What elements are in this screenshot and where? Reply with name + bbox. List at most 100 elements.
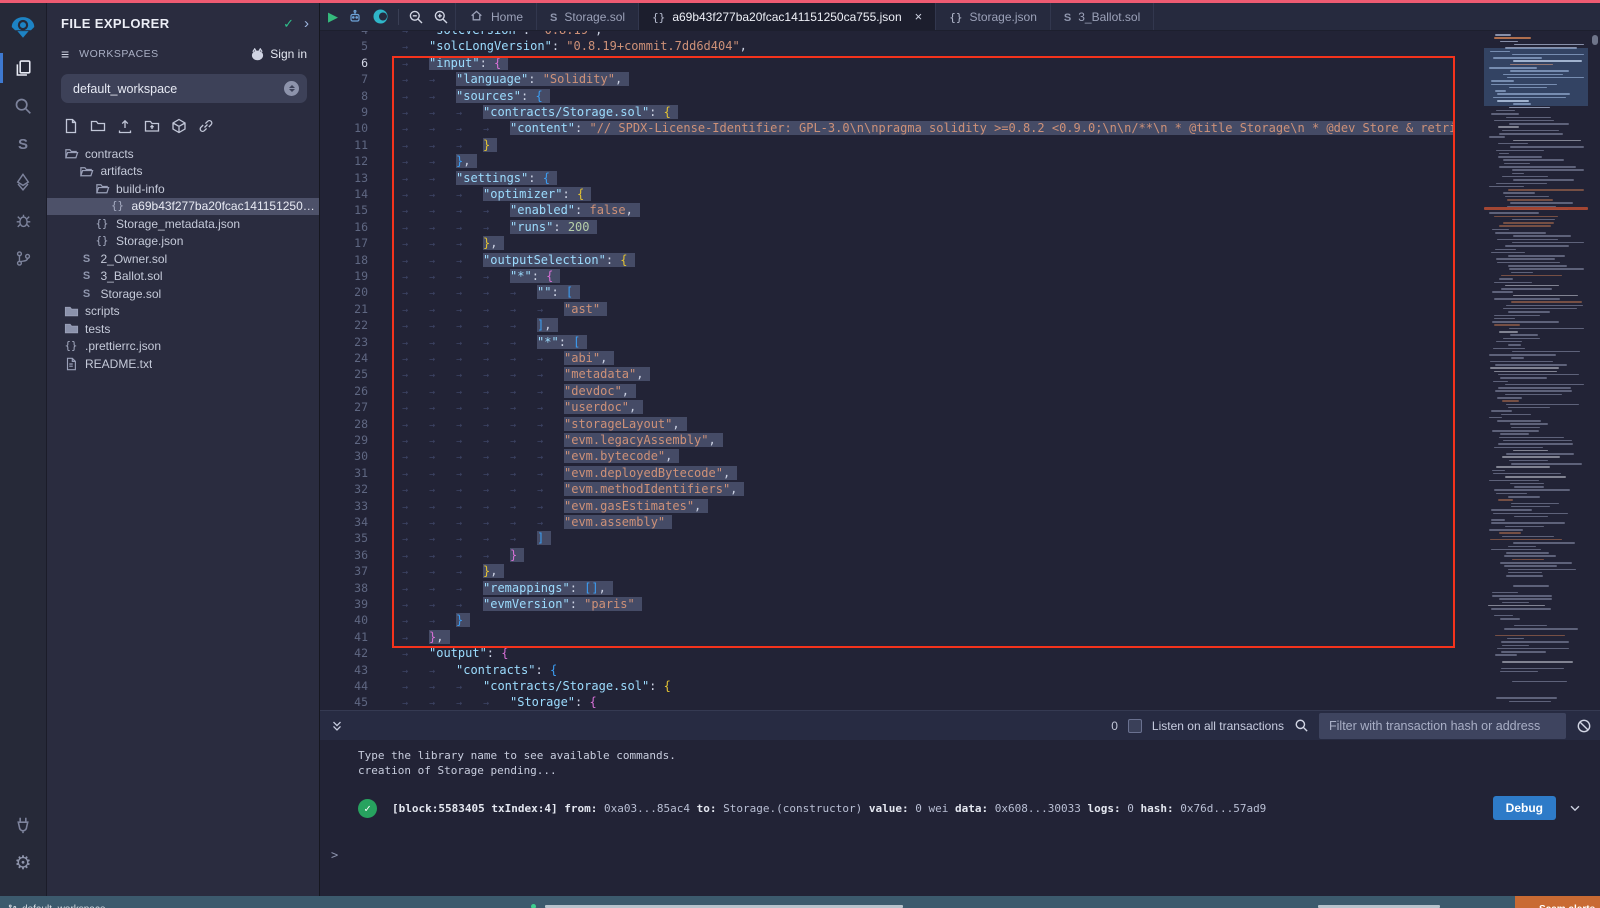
- terminal-prompt: >: [331, 848, 338, 862]
- remix-ide-window: S ⚙ FILE EXPLORER ✓ › ≡ WORKSPACES Sign …: [0, 0, 1600, 908]
- code-line-45: 45→→→→"Storage": {: [320, 694, 1455, 710]
- code-line-20: 20→→→→→"": [: [320, 284, 1455, 301]
- tree-item-2-owner-sol[interactable]: S2_Owner.sol: [47, 250, 319, 268]
- line-number: 29: [320, 432, 368, 448]
- tx-expand-chevron-icon[interactable]: [1568, 801, 1582, 815]
- line-number: 30: [320, 448, 368, 464]
- code-text: "contracts/Storage.sol": {: [483, 105, 678, 119]
- clear-block-icon[interactable]: [1576, 718, 1592, 734]
- code-line-35: 35→→→→→]: [320, 530, 1455, 547]
- line-number: 11: [320, 137, 368, 153]
- tree-item-storage-sol[interactable]: SStorage.sol: [47, 285, 319, 303]
- remix-logo-icon[interactable]: [0, 3, 47, 49]
- line-number: 40: [320, 612, 368, 628]
- editor-toggle-icon[interactable]: [372, 8, 389, 25]
- file-tree: contractsartifactsbuild-info{}a69b43f277…: [47, 145, 319, 373]
- hamburger-menu-icon[interactable]: ≡: [61, 46, 69, 62]
- close-icon[interactable]: ×: [915, 9, 923, 24]
- scam-alerts-button[interactable]: Scam alerts: [1515, 896, 1600, 908]
- tree-item-artifacts[interactable]: artifacts: [47, 163, 319, 181]
- tree-item-readme-txt[interactable]: README.txt: [47, 355, 319, 373]
- json-icon: {}: [94, 235, 110, 247]
- solidity-compiler-icon[interactable]: S: [0, 125, 47, 163]
- code-text: "evmVersion": "paris": [483, 597, 642, 611]
- git-icon[interactable]: [0, 239, 47, 277]
- tree-item-3-ballot-sol[interactable]: S3_Ballot.sol: [47, 268, 319, 286]
- upload-folder-icon[interactable]: [143, 117, 161, 135]
- code-line-34: 34→→→→→→"evm.assembly": [320, 514, 1455, 531]
- workspace-select[interactable]: default_workspace: [61, 74, 307, 103]
- search-icon[interactable]: [0, 87, 47, 125]
- tx-filter-input[interactable]: [1319, 713, 1566, 739]
- chevron-right-icon[interactable]: ›: [304, 15, 309, 32]
- tree-item-label: Storage.sol: [101, 287, 162, 301]
- plugin-manager-icon[interactable]: [0, 806, 47, 844]
- code-text: "sources": {: [456, 89, 550, 103]
- terminal-line: Type the library name to see available c…: [358, 748, 676, 763]
- code-line-37: 37→→→},: [320, 563, 1455, 580]
- tab-a69b43f277ba20fcac141151250ca755-json[interactable]: {}a69b43f277ba20fcac141151250ca755.json×: [639, 3, 936, 30]
- tab-3-ballot-sol[interactable]: S3_Ballot.sol: [1051, 3, 1154, 30]
- tab-storage-json[interactable]: {}Storage.json: [936, 3, 1051, 30]
- tab-home[interactable]: Home: [455, 3, 537, 30]
- tree-item--prettierrc-json[interactable]: {}.prettierrc.json: [47, 338, 319, 356]
- listen-checkbox[interactable]: [1128, 719, 1142, 733]
- new-folder-icon[interactable]: [89, 117, 107, 135]
- minimap[interactable]: [1484, 31, 1588, 710]
- tree-item-scripts[interactable]: scripts: [47, 303, 319, 321]
- folder-open-icon: [79, 164, 95, 179]
- line-number: 23: [320, 334, 368, 350]
- tree-item-label: build-info: [116, 182, 165, 196]
- new-file-icon[interactable]: [62, 117, 80, 135]
- code-line-18: 18→→→"outputSelection": {: [320, 252, 1455, 269]
- line-number: 5: [320, 38, 368, 54]
- code-line-25: 25→→→→→→"metadata",: [320, 366, 1455, 383]
- code-line-43: 43→→"contracts": {: [320, 662, 1455, 679]
- tree-item-contracts[interactable]: contracts: [47, 145, 319, 163]
- folder-open-icon: [63, 146, 79, 161]
- tree-item-storage-metadata-json[interactable]: {}Storage_metadata.json: [47, 215, 319, 233]
- run-script-button[interactable]: ▶: [328, 9, 338, 25]
- code-text: "language": "Solidity",: [456, 72, 629, 86]
- code-line-17: 17→→→},: [320, 235, 1455, 252]
- search-icon[interactable]: [1294, 718, 1309, 733]
- editor-scrollbar-thumb[interactable]: [1592, 35, 1598, 45]
- tab-label: Storage.json: [969, 10, 1036, 24]
- line-number: 10: [320, 120, 368, 136]
- settings-icon[interactable]: ⚙: [0, 844, 47, 882]
- code-text: "enabled": false,: [510, 203, 640, 217]
- code-editor[interactable]: 4→"solcVersion": "0.8.19",5→"solcLongVer…: [320, 31, 1600, 710]
- terminal[interactable]: Type the library name to see available c…: [320, 740, 1600, 896]
- line-number: 41: [320, 629, 368, 645]
- tab-storage-sol[interactable]: SStorage.sol: [537, 3, 639, 30]
- code-text: "devdoc",: [564, 384, 636, 398]
- zoom-out-icon[interactable]: [408, 9, 424, 25]
- link-icon[interactable]: [197, 117, 215, 135]
- code-line-8: 8→→"sources": {: [320, 88, 1455, 105]
- file-explorer-icon[interactable]: [0, 49, 47, 87]
- tree-item-storage-json[interactable]: {}Storage.json: [47, 233, 319, 251]
- workspaces-row: ≡ WORKSPACES Sign in: [47, 38, 319, 68]
- tree-item-build-info[interactable]: build-info: [47, 180, 319, 198]
- debugger-icon[interactable]: [0, 201, 47, 239]
- deploy-and-run-icon[interactable]: [0, 163, 47, 201]
- activity-bar-top: S: [0, 3, 46, 277]
- sign-in-button[interactable]: Sign in: [250, 47, 307, 61]
- code-text: },: [456, 154, 477, 168]
- ai-assistant-icon[interactable]: [347, 9, 363, 25]
- zoom-in-icon[interactable]: [433, 9, 449, 25]
- minimap-viewport[interactable]: [1484, 48, 1588, 106]
- tree-item-label: a69b43f277ba20fcac141151250ca7...: [132, 199, 320, 213]
- ipfs-cube-icon[interactable]: [170, 117, 188, 135]
- upload-file-icon[interactable]: [116, 117, 134, 135]
- tree-item-label: 3_Ballot.sol: [101, 269, 163, 283]
- tree-item-a69b43f277ba20fcac141151250ca7-[interactable]: {}a69b43f277ba20fcac141151250ca7...: [47, 198, 319, 216]
- main-area: ▶: [320, 3, 1600, 896]
- code-line-27: 27→→→→→→"userdoc",: [320, 399, 1455, 416]
- code-text: "contracts/Storage.sol": {: [483, 679, 671, 693]
- terminal-collapse-icon[interactable]: [330, 719, 344, 733]
- line-number: 39: [320, 596, 368, 612]
- debug-button[interactable]: Debug: [1493, 796, 1556, 820]
- code-text: ]: [537, 531, 551, 545]
- tree-item-tests[interactable]: tests: [47, 320, 319, 338]
